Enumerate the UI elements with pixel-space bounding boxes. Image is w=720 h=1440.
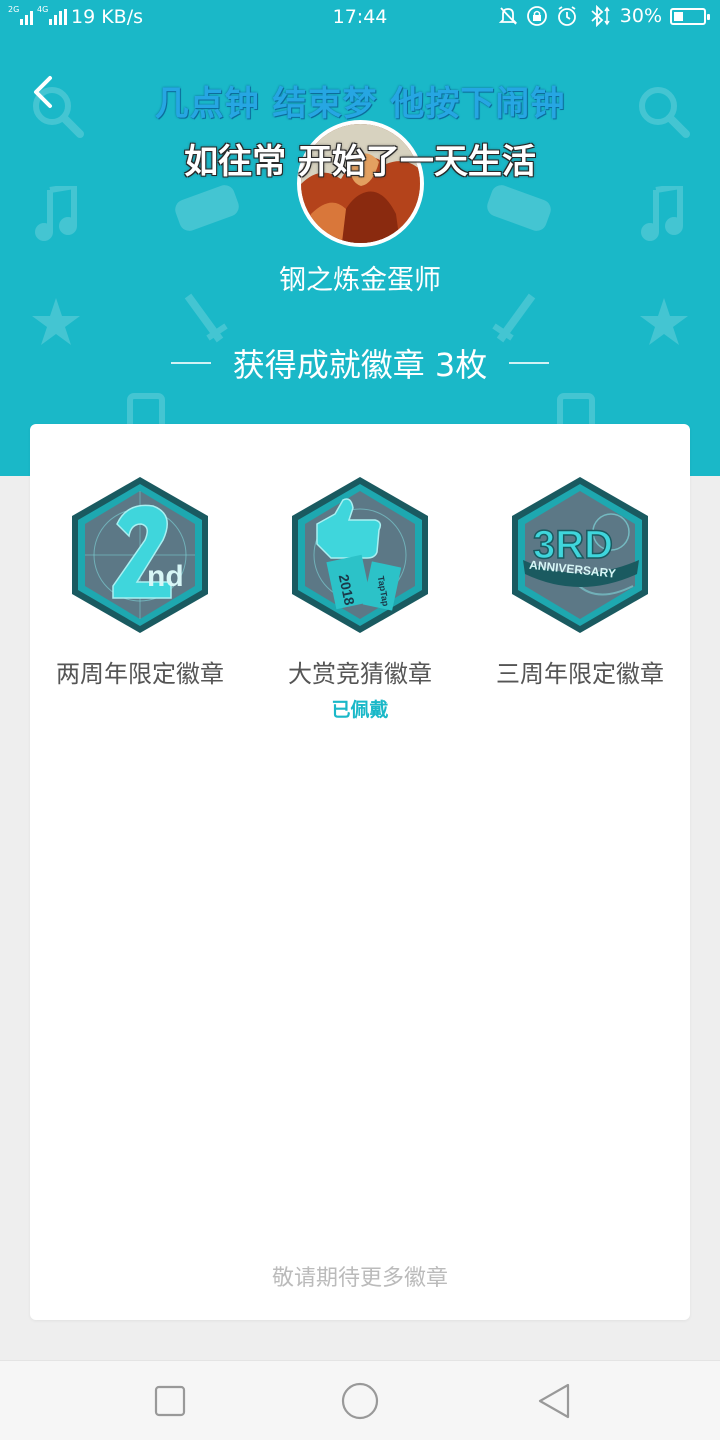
system-nav-bar (0, 1360, 720, 1440)
recents-square-icon[interactable] (150, 1381, 190, 1421)
nd-text: nd (147, 560, 184, 593)
profile-header: 2G 4G 19 KB/s 17:44 30% 几点钟 结束梦 他按下闹钟 如往… (0, 0, 720, 476)
back-triangle-icon[interactable] (534, 1381, 574, 1421)
badge-item[interactable]: 2018 TapTap 大赏竞猜徽章 已佩戴 (250, 474, 470, 722)
second-anniversary-badge-icon: nd (72, 477, 208, 633)
badges-card: nd 两周年限定徽章 2018 TapTap 大赏竞猜徽章 已佩戴 3RD AN… (30, 424, 690, 1320)
more-badges-hint: 敬请期待更多徽章 (271, 1266, 448, 1291)
home-circle-icon[interactable] (340, 1381, 380, 1421)
lock-rotation-icon (526, 6, 547, 26)
badge-name: 三周年限定徽章 (496, 660, 664, 688)
badge-name: 大赏竞猜徽章 (288, 660, 432, 688)
status-right: 30% (498, 5, 710, 27)
battery-percent: 30% (619, 5, 662, 27)
badge-name: 两周年限定徽章 (56, 660, 224, 688)
badge-item[interactable]: nd 两周年限定徽章 (30, 474, 250, 689)
badge-item[interactable]: 3RD ANNIVERSARY 三周年限定徽章 (470, 474, 690, 689)
battery-icon (670, 7, 710, 25)
music-note-decor-icon (641, 186, 683, 241)
divider-line (509, 362, 550, 364)
bluetooth-icon (591, 5, 610, 27)
banner-line1: 几点钟 结束梦 他按下闹钟 (154, 84, 566, 124)
third-anniversary-badge-icon: 3RD ANNIVERSARY (512, 477, 648, 633)
music-note-decor-icon (35, 186, 77, 241)
achievement-count: 获得成就徽章 3枚 (0, 340, 720, 386)
thumbs-up-2018-badge-icon: 2018 TapTap (292, 477, 428, 633)
achievement-text: 获得成就徽章 3枚 (232, 346, 488, 384)
alarm-icon (557, 6, 576, 26)
username: 钢之炼金蛋师 (279, 265, 441, 296)
status-bar: 2G 4G 19 KB/s 17:44 30% (0, 0, 720, 38)
mute-icon (498, 7, 517, 25)
badge-worn-label: 已佩戴 (331, 699, 389, 721)
divider-line (170, 362, 211, 364)
banner-line2: 如往常 开始了一天生活 (184, 142, 536, 182)
gamepad-decor-icon (175, 185, 239, 231)
gamepad-decor-icon (487, 185, 551, 231)
